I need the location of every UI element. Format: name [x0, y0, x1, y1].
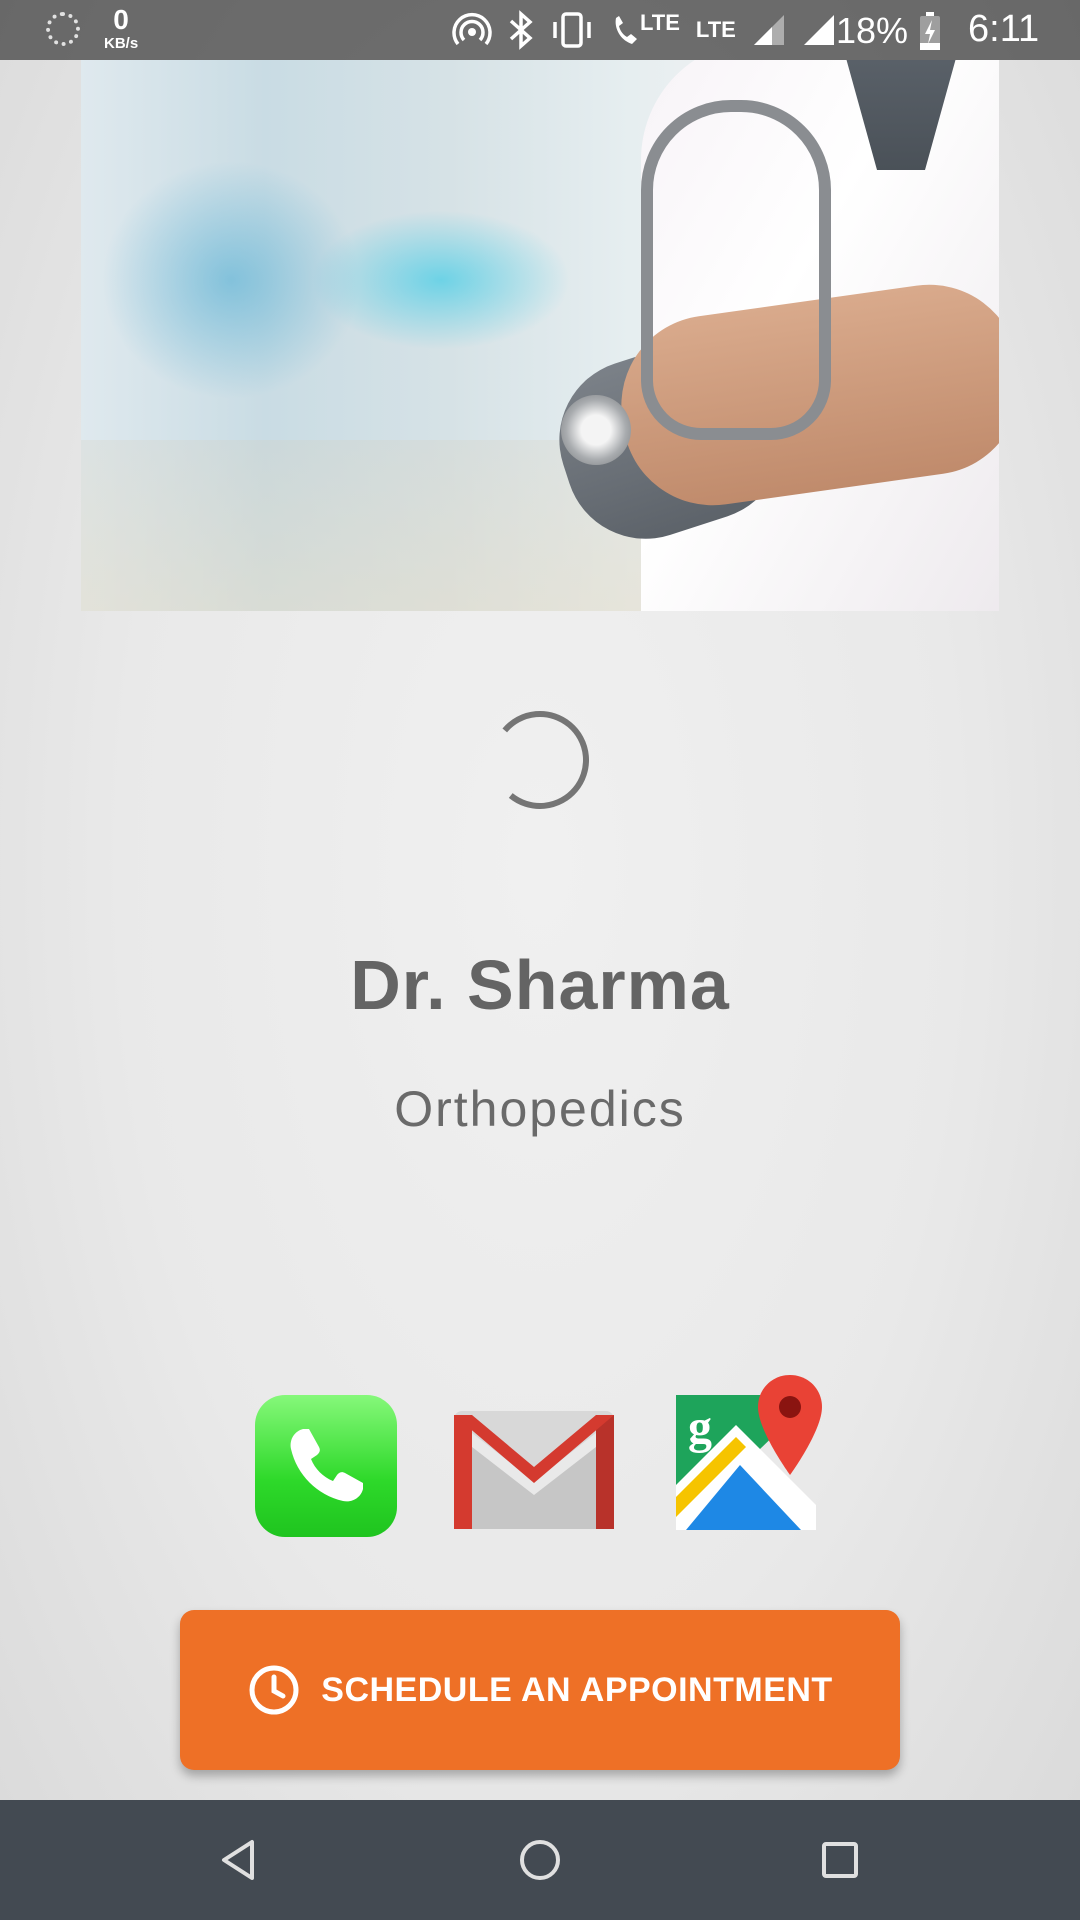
gmail-icon[interactable] — [452, 1409, 616, 1531]
sync-icon — [46, 12, 80, 46]
network-speed-unit: KB/s — [104, 35, 139, 52]
clock-time: 6:11 — [968, 8, 1040, 50]
status-icons: LTE LTE — [452, 8, 836, 52]
back-icon[interactable] — [210, 1830, 270, 1890]
vibrate-icon — [553, 12, 591, 48]
recents-icon[interactable] — [810, 1830, 870, 1890]
google-maps-icon[interactable]: g — [676, 1375, 826, 1532]
signal-icon-1 — [753, 15, 784, 45]
doctor-name: Dr. Sharma — [350, 946, 730, 1024]
home-icon[interactable] — [510, 1830, 570, 1890]
battery-charging-icon — [920, 12, 940, 50]
lte-call-label: LTE — [640, 10, 680, 35]
network-speed: 0 KB/s — [104, 4, 139, 52]
app-screen: 0 KB/s LTE LTE 18% 6:11 Dr. Sharma Ortho… — [0, 0, 1080, 1920]
schedule-appointment-button[interactable]: SCHEDULE AN APPOINTMENT — [180, 1610, 900, 1770]
contact-actions: g — [0, 1375, 1080, 1545]
navigation-bar — [0, 1800, 1080, 1920]
bluetooth-icon — [509, 10, 533, 50]
battery-percent: 18% — [836, 10, 909, 51]
signal-icon-2 — [803, 15, 834, 45]
clock-icon — [249, 1665, 299, 1715]
doctor-specialty: Orthopedics — [394, 1081, 686, 1137]
call-icon — [615, 16, 637, 44]
hotspot-icon — [452, 13, 492, 46]
svg-text:g: g — [688, 1401, 712, 1454]
network-speed-value: 0 — [113, 4, 129, 35]
doctor-hero-image — [81, 60, 999, 611]
status-bar: 0 KB/s LTE LTE 18% 6:11 — [0, 0, 1080, 60]
loading-spinner — [491, 711, 589, 809]
phone-icon[interactable] — [255, 1395, 397, 1537]
schedule-appointment-label: SCHEDULE AN APPOINTMENT — [321, 1670, 833, 1709]
lte-label: LTE — [695, 17, 736, 42]
